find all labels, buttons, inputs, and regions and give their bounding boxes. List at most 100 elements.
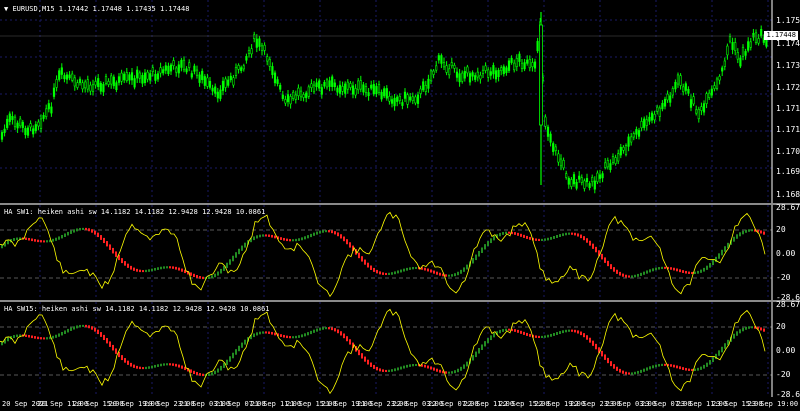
ha-bar-up — [733, 333, 735, 339]
ha-bar-up — [217, 271, 219, 276]
ha-bar-down — [526, 235, 528, 239]
ha-bar-up — [751, 326, 753, 329]
ha-bar-up — [70, 327, 72, 331]
ha-bar-down — [586, 238, 588, 243]
ha-bar-up — [208, 373, 210, 376]
candle-body — [125, 72, 128, 81]
candle-body — [450, 62, 453, 67]
candle-body — [104, 76, 108, 84]
ha-bar-down — [370, 265, 372, 270]
price-chart-pane[interactable]: ▼ EURUSD,M15 1.17442 1.17448 1.17435 1.1… — [0, 0, 800, 203]
candle-body — [570, 179, 573, 187]
ha-bar-up — [736, 331, 738, 336]
ha-bar-up — [316, 328, 318, 332]
price-chart-canvas[interactable] — [0, 0, 800, 203]
ha-bar-down — [673, 267, 675, 271]
ha-bar-up — [493, 333, 495, 338]
candle-body — [331, 76, 334, 87]
ha-bar-down — [25, 237, 27, 240]
candle-body — [583, 180, 586, 189]
ha-bar-down — [577, 233, 579, 237]
collapse-triangle-icon[interactable]: ▼ — [4, 5, 8, 13]
ha-bar-up — [658, 267, 660, 270]
ha-bar-down — [40, 337, 42, 340]
candle-body — [463, 71, 466, 79]
candle-body — [671, 88, 674, 96]
candle-body — [299, 90, 303, 98]
ha-bar-down — [139, 269, 141, 273]
ha-bar-up — [73, 229, 75, 233]
candle-body — [682, 86, 685, 93]
candle-body — [364, 86, 368, 93]
candle-body — [45, 108, 48, 117]
indicator-2-canvas[interactable] — [0, 302, 800, 397]
ha-bar-up — [79, 227, 81, 231]
candle-body — [149, 73, 152, 81]
ha-bar-up — [70, 230, 72, 234]
indicator-1-canvas[interactable] — [0, 205, 800, 300]
ha-bar-up — [388, 272, 390, 276]
indicator-scale-label: 20 — [776, 322, 786, 331]
time-axis[interactable]: 20 Sep 2021 20 Sep 11:00 20 Sep 15:00 20 Se… — [0, 397, 800, 411]
candle-body — [536, 41, 539, 52]
indicator-scale-label: 28.6771 — [776, 203, 800, 212]
ha-bar-up — [484, 341, 486, 347]
ha-bar-up — [478, 347, 480, 354]
ha-bar-up — [646, 270, 648, 274]
candle-body — [630, 136, 633, 143]
ha-bar-down — [682, 270, 684, 273]
ha-bar-down — [379, 368, 381, 372]
ha-bar-down — [619, 271, 621, 276]
ha-bar-down — [679, 366, 681, 370]
candle-body — [357, 80, 360, 91]
ha-bar-down — [685, 367, 687, 371]
candle-body — [305, 92, 308, 99]
candle-body — [619, 146, 622, 156]
candle-body — [765, 38, 768, 47]
ha-bar-down — [136, 365, 138, 369]
ha-bar-down — [622, 370, 624, 374]
candle-body — [76, 82, 79, 88]
ha-bar-up — [226, 359, 228, 365]
ha-bar-up — [550, 333, 552, 337]
ha-bar-up — [262, 331, 264, 334]
ha-bar-up — [403, 268, 405, 272]
indicator-pane-2[interactable]: HA SW15: heiken ashi sw 14.1182 14.1182 … — [0, 301, 800, 399]
ha-bar-up — [544, 335, 546, 338]
candle-body — [393, 97, 396, 107]
candle-body — [29, 123, 32, 128]
candle-body — [728, 36, 732, 42]
ha-bar-down — [664, 363, 666, 366]
candle-body — [744, 51, 747, 56]
ha-bar-down — [364, 356, 366, 362]
ha-bar-down — [589, 240, 591, 246]
ha-bar-up — [652, 365, 654, 369]
candle-body — [34, 124, 37, 131]
candle-body — [323, 82, 326, 87]
candle-body — [708, 92, 711, 98]
price-tick-label: 1.17035 — [776, 147, 800, 156]
candle-body — [138, 72, 141, 79]
candle-body — [206, 77, 209, 87]
ha-bar-up — [160, 266, 162, 270]
candle-body — [526, 59, 529, 64]
indicator-pane-1[interactable]: HA SW1: heiken ashi sw 14.1182 14.1182 1… — [0, 203, 800, 302]
ha-bar-down — [331, 230, 333, 234]
candle-body — [637, 130, 641, 137]
ha-bar-down — [121, 355, 123, 361]
ha-bar-up — [319, 230, 321, 234]
candle-body — [232, 77, 235, 86]
candle-body — [349, 83, 352, 88]
ha-bar-up — [721, 346, 723, 353]
candle-body — [653, 114, 656, 121]
candle-body — [494, 70, 498, 80]
candle-body — [115, 82, 118, 91]
ha-bar-down — [535, 335, 537, 338]
ha-bar-down — [433, 367, 435, 371]
ha-bar-down — [190, 272, 192, 276]
ha-bar-up — [229, 259, 231, 265]
ha-bar-down — [175, 266, 177, 270]
ha-bar-down — [610, 361, 612, 367]
ha-bar-down — [136, 268, 138, 272]
ha-bar-down — [358, 252, 360, 259]
